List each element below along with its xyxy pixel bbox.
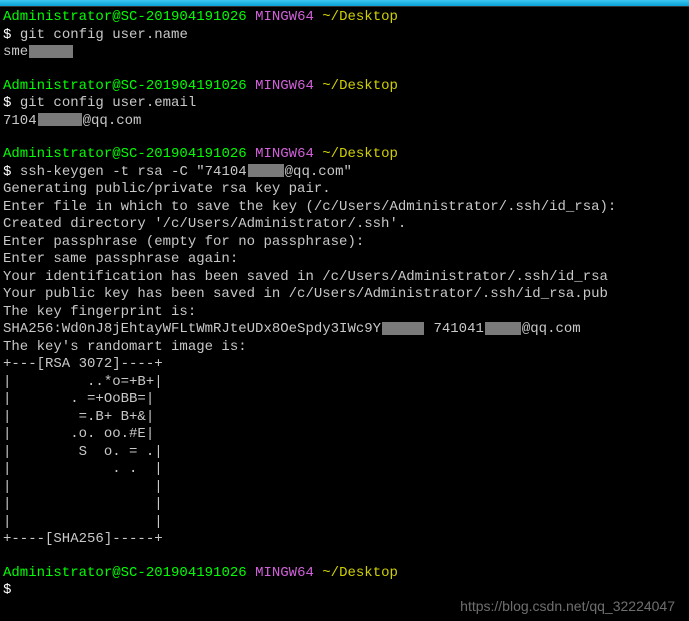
randomart-line: | S o. = .|	[3, 444, 686, 462]
randomart-line: +---[RSA 3072]----+	[3, 356, 686, 374]
output-line: Created directory '/c/Users/Administrato…	[3, 216, 686, 234]
terminal-viewport[interactable]: Administrator@SC-201904191026 MINGW64 ~/…	[0, 7, 689, 602]
command-line: $ git config user.name	[3, 27, 686, 45]
command-line: $ ssh-keygen -t rsa -C "74104@qq.com"	[3, 164, 686, 182]
prompt-line: Administrator@SC-201904191026 MINGW64 ~/…	[3, 565, 686, 583]
prompt-line: Administrator@SC-201904191026 MINGW64 ~/…	[3, 9, 686, 27]
output-line: Generating public/private rsa key pair.	[3, 181, 686, 199]
redacted-segment	[382, 322, 424, 335]
randomart-line: | ..*o=+B+|	[3, 374, 686, 392]
randomart-line: +----[SHA256]-----+	[3, 531, 686, 549]
output-line: Your identification has been saved in /c…	[3, 269, 686, 287]
watermark-text: https://blog.csdn.net/qq_32224047	[460, 598, 675, 616]
prompt-line: Administrator@SC-201904191026 MINGW64 ~/…	[3, 146, 686, 164]
output-line: Enter passphrase (empty for no passphras…	[3, 234, 686, 252]
output-line: SHA256:Wd0nJ8jEhtayWFLtWmRJteUDx8OeSpdy3…	[3, 321, 686, 339]
window-titlebar	[0, 0, 689, 7]
randomart-line: | . . |	[3, 461, 686, 479]
redacted-segment	[248, 164, 284, 177]
prompt-line: Administrator@SC-201904191026 MINGW64 ~/…	[3, 78, 686, 96]
command-line: $ git config user.email	[3, 95, 686, 113]
randomart-line: | . =+OoBB=|	[3, 391, 686, 409]
prompt-cwd: ~/Desktop	[322, 9, 398, 25]
redacted-segment	[38, 113, 82, 126]
output-line: Enter same passphrase again:	[3, 251, 686, 269]
randomart-line: | =.B+ B+&|	[3, 409, 686, 427]
redacted-segment	[29, 45, 73, 58]
prompt-env: MINGW64	[255, 9, 314, 25]
randomart-line: | |	[3, 496, 686, 514]
redacted-segment	[485, 322, 521, 335]
randomart-line: | |	[3, 514, 686, 532]
output-line: The key's randomart image is:	[3, 339, 686, 357]
randomart-line: | |	[3, 479, 686, 497]
output-line: The key fingerprint is:	[3, 304, 686, 322]
output-line: sme	[3, 44, 686, 62]
output-line: Your public key has been saved in /c/Use…	[3, 286, 686, 304]
randomart-line: | .o. oo.#E|	[3, 426, 686, 444]
prompt-user: Administrator@SC-201904191026	[3, 9, 247, 25]
command-text: git config user.name	[20, 27, 188, 43]
output-line: 7104@qq.com	[3, 113, 686, 131]
output-line: Enter file in which to save the key (/c/…	[3, 199, 686, 217]
